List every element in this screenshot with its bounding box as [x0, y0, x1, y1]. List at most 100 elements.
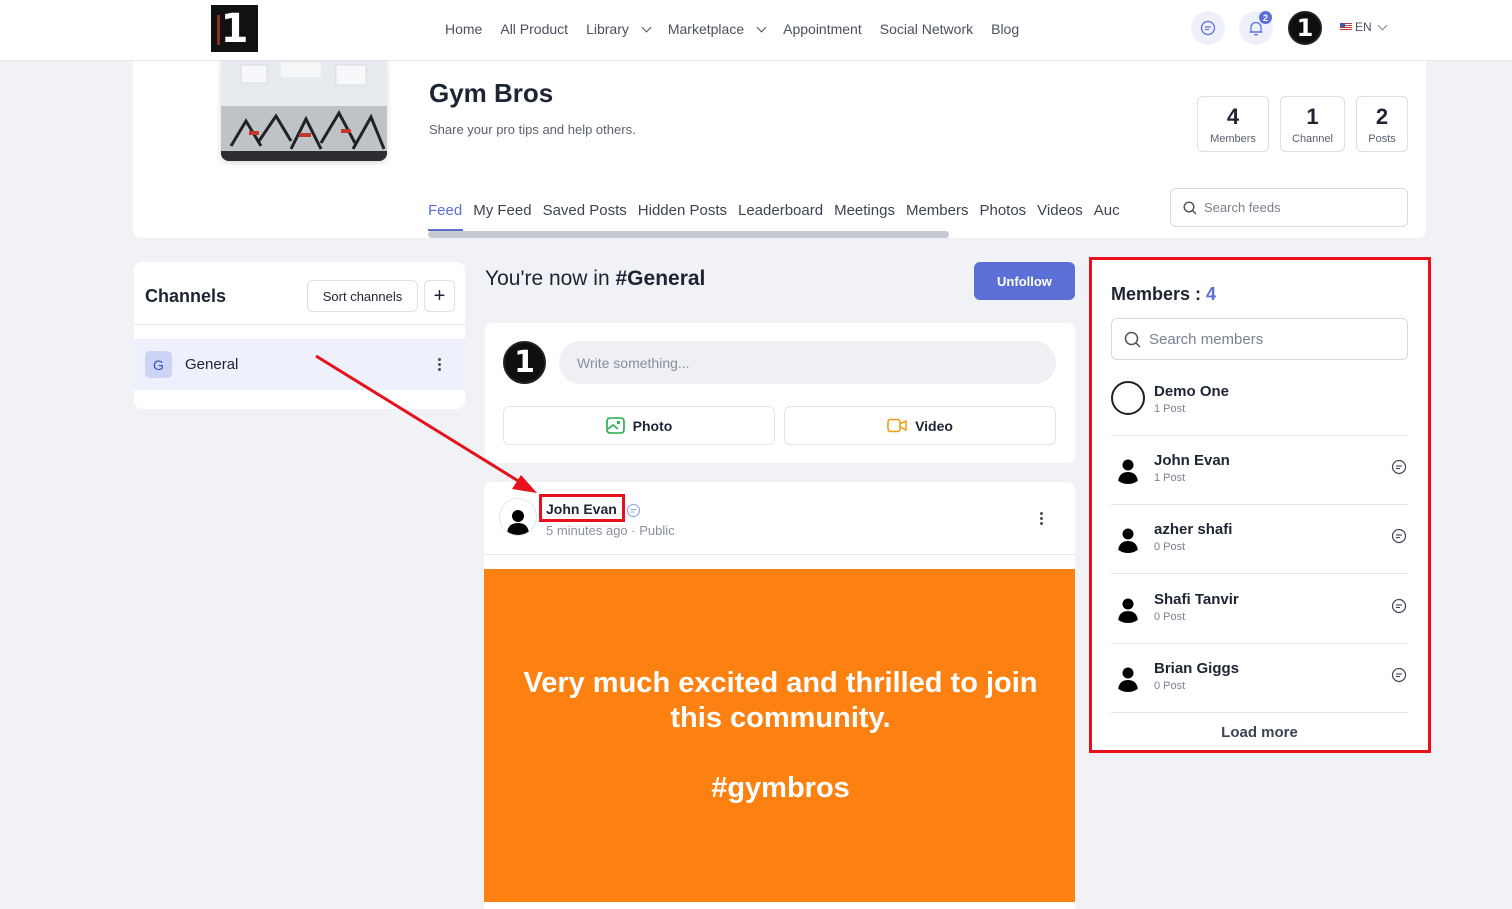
nav-marketplace[interactable]: Marketplace — [659, 19, 774, 39]
site-logo[interactable]: 1 — [211, 5, 258, 52]
stat-posts-label: Posts — [1368, 133, 1396, 145]
members-count: 4 — [1206, 284, 1217, 304]
post-author-avatar[interactable] — [499, 498, 537, 536]
nav-appointment[interactable]: Appointment — [774, 19, 871, 39]
member-item[interactable]: Brian Giggs 0 Post — [1111, 645, 1408, 713]
feed-post: John Evan 5 minutes ago · Public Very mu… — [484, 482, 1075, 909]
photo-button[interactable]: Photo — [503, 406, 775, 445]
stat-channel[interactable]: 1 Channel — [1280, 96, 1345, 152]
language-label: EN — [1355, 20, 1372, 34]
tab-meetings[interactable]: Meetings — [834, 202, 895, 219]
nav-marketplace-label: Marketplace — [667, 21, 745, 37]
post-options-icon[interactable] — [1040, 512, 1043, 525]
message-icon[interactable] — [1391, 667, 1407, 683]
tab-members[interactable]: Members — [906, 202, 969, 219]
current-channel-heading: You're now in #General — [485, 267, 705, 291]
post-text-image: Very much excited and thrilled to join t… — [484, 569, 1075, 902]
channel-initial-badge: G — [145, 351, 172, 378]
nav-blog[interactable]: Blog — [982, 19, 1028, 39]
stat-channel-label: Channel — [1292, 133, 1333, 145]
member-avatar — [1111, 519, 1145, 553]
channels-card: Channels Sort channels + G General — [134, 262, 465, 409]
add-channel-button[interactable]: + — [424, 280, 455, 312]
chat-icon[interactable] — [626, 503, 641, 518]
video-button[interactable]: Video — [784, 406, 1056, 445]
member-name: Shafi Tanvir — [1154, 591, 1239, 608]
stat-members-value: 4 — [1226, 104, 1240, 129]
nav-appointment-label: Appointment — [783, 21, 862, 37]
composer-avatar: 1 — [503, 341, 546, 384]
member-post-count: 1 Post — [1154, 403, 1186, 415]
user-avatar[interactable]: 1 — [1288, 11, 1322, 45]
group-tabs: Feed My Feed Saved Posts Hidden Posts Leader… — [428, 202, 1168, 219]
stat-posts[interactable]: 2 Posts — [1356, 96, 1408, 152]
write-something-input[interactable]: Write something... — [559, 341, 1056, 384]
language-selector[interactable]: EN — [1340, 20, 1388, 34]
nav-library-label: Library — [586, 21, 629, 37]
member-name: Demo One — [1154, 383, 1230, 400]
post-meta: 5 minutes ago · Public — [546, 523, 675, 538]
group-title: Gym Bros — [429, 78, 554, 108]
write-something-placeholder: Write something... — [577, 354, 690, 371]
member-item[interactable]: azher shafi 0 Post — [1111, 506, 1408, 574]
nav-library[interactable]: Library — [577, 19, 659, 39]
tab-photos[interactable]: Photos — [979, 202, 1026, 219]
chevron-down-icon — [756, 22, 767, 32]
messages-button[interactable] — [1191, 11, 1225, 45]
tab-my-feed[interactable]: My Feed — [473, 202, 531, 219]
message-icon[interactable] — [1391, 528, 1407, 544]
chevron-down-icon — [641, 22, 652, 32]
tab-leaderboard[interactable]: Leaderboard — [738, 202, 823, 219]
nav-social-network[interactable]: Social Network — [871, 19, 982, 39]
channel-item-general[interactable]: G General — [134, 339, 465, 390]
tab-feed[interactable]: Feed — [428, 202, 462, 219]
members-panel: Members : 4 Search members 1 Demo One 1 … — [1089, 257, 1431, 753]
notifications-button[interactable]: 2 — [1239, 11, 1273, 45]
member-avatar — [1111, 658, 1145, 692]
member-name: John Evan — [1154, 452, 1230, 469]
chat-icon — [1200, 20, 1216, 36]
tab-hidden-posts[interactable]: Hidden Posts — [638, 202, 727, 219]
stat-members[interactable]: 4 Members — [1197, 96, 1269, 152]
message-icon[interactable] — [1391, 598, 1407, 614]
message-icon[interactable] — [1391, 459, 1407, 475]
member-post-count: 1 Post — [1154, 472, 1186, 484]
unfollow-button[interactable]: Unfollow — [974, 262, 1075, 300]
member-post-count: 0 Post — [1154, 680, 1186, 692]
logo-stripe — [217, 15, 220, 45]
tab-saved-posts[interactable]: Saved Posts — [543, 202, 627, 219]
notification-badge: 2 — [1259, 11, 1272, 24]
logo-glyph: 1 — [220, 5, 249, 52]
video-label: Video — [915, 417, 953, 434]
members-title: Members : 4 — [1111, 284, 1216, 305]
member-item[interactable]: John Evan 1 Post — [1111, 437, 1408, 505]
annotation-highlight-box — [539, 494, 625, 522]
sort-channels-button[interactable]: Sort channels — [307, 280, 418, 312]
search-feeds-input[interactable]: Search feeds — [1170, 188, 1408, 227]
tab-auction[interactable]: Auc — [1094, 202, 1120, 219]
member-name: azher shafi — [1154, 521, 1233, 538]
member-item[interactable]: Shafi Tanvir 0 Post — [1111, 576, 1408, 644]
member-item[interactable]: 1 Demo One 1 Post — [1111, 368, 1408, 436]
member-name: Brian Giggs — [1154, 660, 1240, 677]
tab-videos[interactable]: Videos — [1037, 202, 1083, 219]
post-composer: 1 Write something... Photo Video — [485, 323, 1075, 463]
search-members-input[interactable]: Search members — [1111, 318, 1408, 360]
group-description: Share your pro tips and help others. — [429, 122, 636, 137]
load-more-button[interactable]: Load more — [1111, 724, 1408, 741]
nav-blog-label: Blog — [991, 21, 1020, 37]
top-navbar: 1 Home All Product Library Marketplace A… — [0, 0, 1512, 61]
nav-all-product[interactable]: All Product — [491, 19, 577, 39]
member-avatar: 1 — [1111, 381, 1145, 415]
stat-posts-value: 2 — [1375, 104, 1389, 129]
members-title-label: Members : — [1111, 284, 1207, 304]
search-feeds-placeholder: Search feeds — [1204, 200, 1281, 215]
channel-name: General — [185, 356, 239, 373]
channels-title: Channels — [145, 286, 227, 306]
tabs-scrollbar[interactable] — [428, 231, 949, 238]
current-channel-name: #General — [615, 267, 706, 290]
nav-home[interactable]: Home — [436, 19, 491, 39]
search-members-placeholder: Search members — [1149, 330, 1264, 348]
kebab-menu-icon[interactable] — [438, 358, 441, 371]
group-cover-image — [221, 61, 387, 161]
